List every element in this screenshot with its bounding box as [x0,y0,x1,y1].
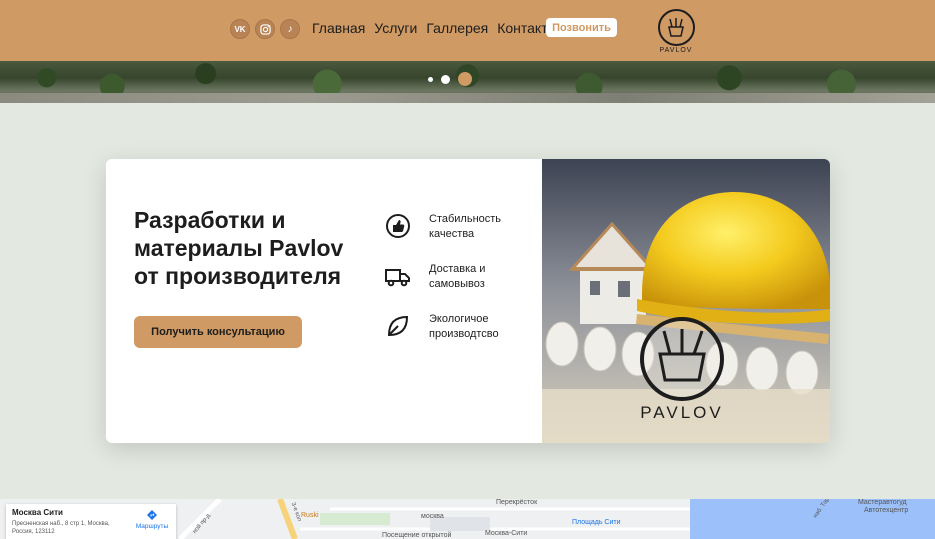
nav-item-home[interactable]: Главная [312,19,365,37]
feature-line: Экологичое [429,313,489,325]
directions-button[interactable]: Маршруты [132,509,172,530]
map-label: Автотехцентр [864,507,909,514]
truck-icon [385,269,410,287]
feature-line: самовывоз [429,278,485,290]
map-place-card: Москва Сити Пресненская наб., 8 стр 1, М… [6,504,176,539]
promo-card: Разработки и материалы Pavlov от произво… [106,159,830,443]
header-logo[interactable]: PAVLOV [656,9,696,55]
card-title: Разработки и материалы Pavlov от произво… [134,207,344,289]
feature-line: производтсво [429,328,499,340]
photo-logo-text: PAVLOV [640,403,724,422]
feature-text: Стабильность качества [429,212,519,242]
map-label: москва [421,513,444,520]
place-address: Пресненская наб., 8 стр 1, Москва, Росси… [12,521,110,535]
map-label: Перекрёсток [496,499,538,506]
thumbs-up-icon [386,214,410,238]
call-button[interactable]: Позвонить [546,18,617,37]
map-label: Москва-Сити [485,530,528,537]
logo-emblem [657,9,695,46]
directions-label: Маршруты [135,523,169,530]
slider-dots [428,72,472,86]
directions-icon [147,510,157,520]
nav-item-services[interactable]: Услуги [374,19,417,37]
feature-line: Доставка и [429,263,486,275]
vk-icon[interactable]: VK [230,19,250,39]
social-links: VK ♪ [230,19,300,39]
instagram-glyph [259,23,271,35]
tiktok-glyph: ♪ [287,23,293,35]
slider-dot-active[interactable] [458,72,472,86]
main-nav: Главная Услуги Галлерея Контакты [312,19,558,37]
toolbox-icon [668,17,684,37]
location-map[interactable]: Перекрёсток Мастеравтогуд Автотехцентр R… [0,499,935,539]
consultation-button[interactable]: Получить консультацию [134,316,302,348]
slider-dot[interactable] [441,74,450,84]
product-photo: PAVLOV [542,159,830,443]
leaf-icon [387,315,409,337]
hero-ground [0,93,935,103]
instagram-icon[interactable] [255,19,275,39]
feature-text: Экологичое производтсво [429,312,519,342]
slider-dot[interactable] [428,76,433,82]
logo-text: PAVLOV [659,47,693,54]
site-header: VK ♪ Главная Услуги Галлерея Контакты По… [0,0,935,61]
map-label: Посещение открытой [382,532,452,539]
feature-line: Стабильность [429,213,502,225]
map-label: Ruski [301,512,319,519]
tiktok-icon[interactable]: ♪ [280,19,300,39]
place-title: Москва Сити [12,508,63,517]
feature-line: качества [429,228,475,240]
vk-glyph: VK [234,24,246,34]
map-label: Мастеравтогуд [858,499,907,506]
map-label: Площадь Сити [572,519,621,526]
feature-text: Доставка и самовывоз [429,262,519,292]
nav-item-gallery[interactable]: Галлерея [426,19,488,37]
hardhat-house-image: PAVLOV [542,159,830,443]
